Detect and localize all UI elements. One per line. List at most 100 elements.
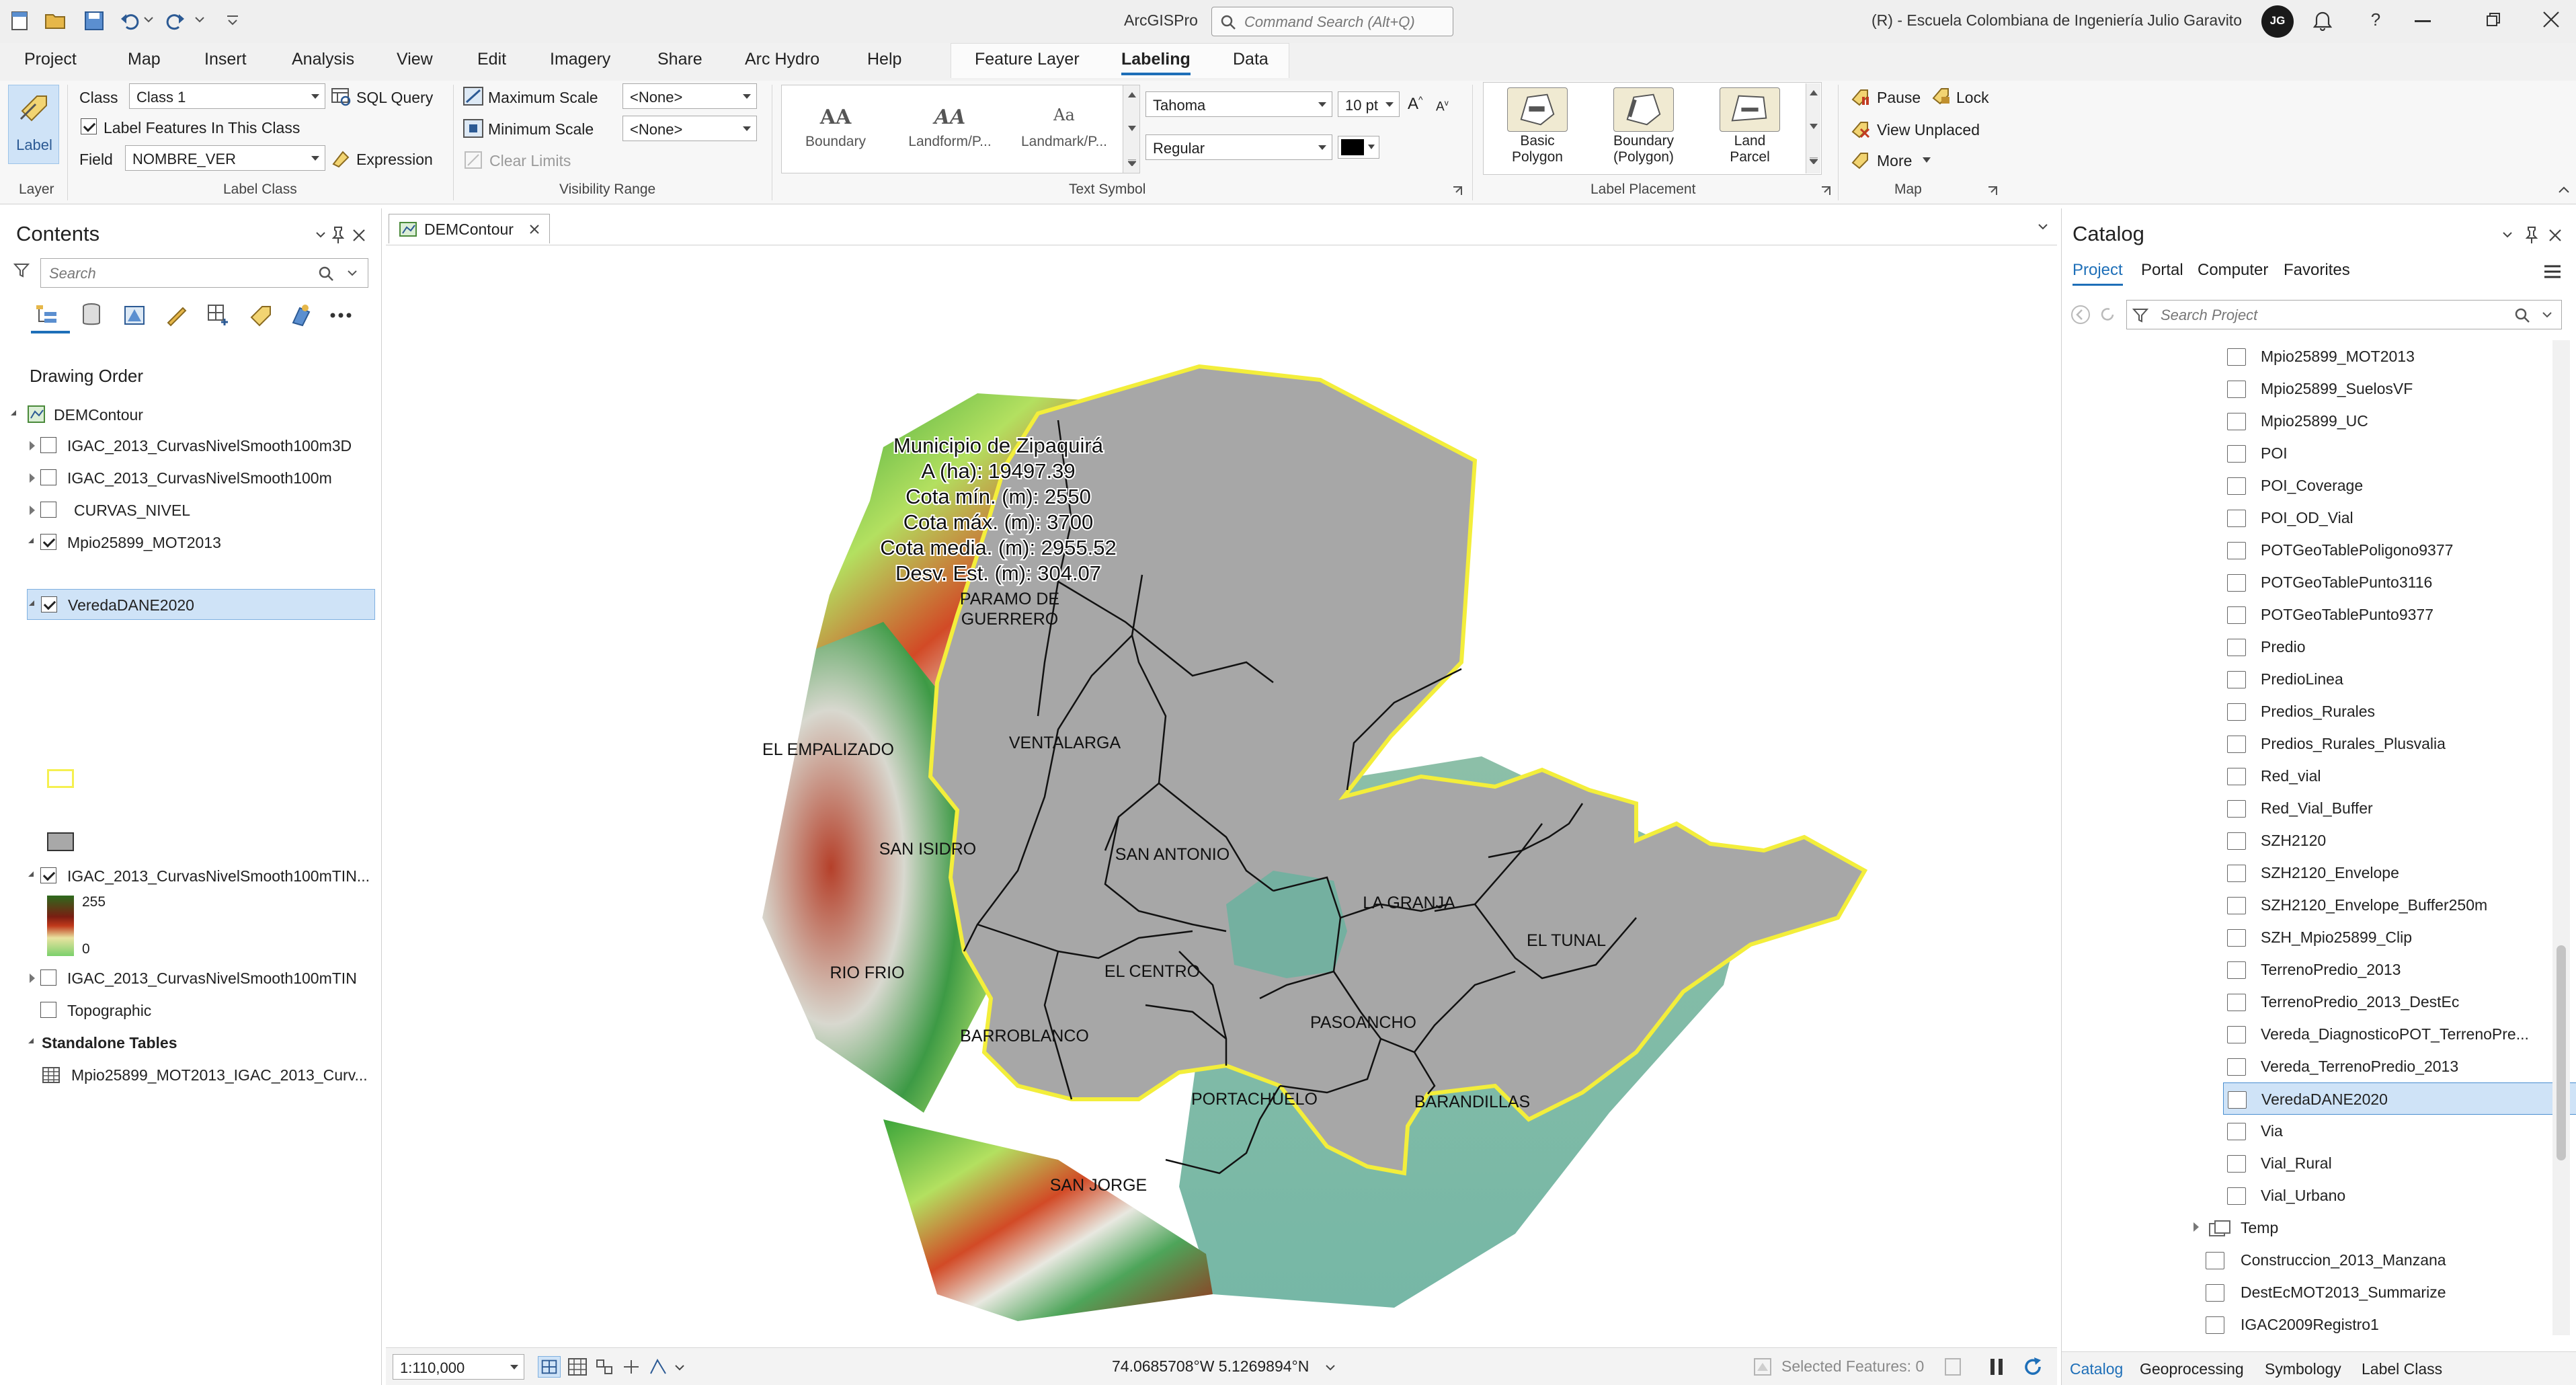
catalog-tab-portal[interactable]: Portal	[2141, 261, 2183, 280]
chevron-down-icon[interactable]	[2038, 223, 2048, 230]
catalog-folder-temp[interactable]: Temp	[2062, 1212, 2576, 1244]
fixed-zoom-icon[interactable]	[538, 1356, 561, 1378]
chevron-down-icon[interactable]	[1326, 1364, 1335, 1371]
tab-edit[interactable]: Edit	[477, 50, 506, 69]
layer-row[interactable]: IGAC_2013_CurvasNivelSmooth100m3D	[0, 430, 382, 461]
map-tab-demcontour[interactable]: DEMContour	[389, 214, 550, 243]
tab-share[interactable]: Share	[657, 50, 702, 69]
expand-arrow-icon[interactable]	[30, 441, 35, 450]
collapse-arrow-icon[interactable]	[11, 410, 16, 416]
list-by-selection-icon[interactable]	[122, 303, 147, 327]
tab-view[interactable]: View	[397, 50, 433, 69]
vereda-symbol-swatch[interactable]	[47, 832, 74, 851]
placement-land-parcel[interactable]: Land Parcel	[1699, 85, 1800, 172]
collapse-arrow-icon[interactable]	[28, 538, 34, 543]
view-unplaced-button[interactable]: View Unplaced	[1877, 121, 1980, 139]
chevron-down-icon[interactable]	[195, 16, 204, 23]
chevron-down-icon[interactable]	[144, 16, 153, 23]
collapse-ribbon-icon[interactable]	[2559, 186, 2569, 194]
new-project-icon[interactable]	[9, 11, 31, 31]
redo-icon[interactable]	[165, 11, 186, 31]
catalog-item[interactable]: Red_Vial_Buffer	[2062, 792, 2576, 824]
layer-visibility-checkbox[interactable]	[41, 596, 57, 612]
contents-search-input[interactable]: Search	[40, 258, 368, 288]
close-icon[interactable]	[2548, 229, 2562, 242]
layer-visibility-checkbox[interactable]	[40, 469, 56, 485]
grid-icon[interactable]	[567, 1357, 588, 1376]
list-by-snapping-icon[interactable]	[206, 303, 231, 327]
expand-arrow-icon[interactable]	[30, 974, 35, 983]
catalog-item[interactable]: SZH_Mpio25899_Clip	[2062, 921, 2576, 953]
text-color-picker[interactable]	[1338, 136, 1379, 159]
catalog-search-input[interactable]: Search Project	[2126, 300, 2562, 329]
bottom-tab-label-class[interactable]: Label Class	[2362, 1360, 2442, 1378]
tab-data[interactable]: Data	[1233, 50, 1269, 69]
bottom-tab-catalog[interactable]: Catalog	[2070, 1360, 2123, 1378]
expression-icon[interactable]	[331, 148, 351, 168]
open-project-icon[interactable]	[44, 11, 67, 31]
tab-insert[interactable]: Insert	[204, 50, 247, 69]
filter-icon[interactable]	[13, 262, 30, 278]
tab-imagery[interactable]: Imagery	[550, 50, 610, 69]
maximum-scale-dropdown[interactable]: <None>	[622, 83, 757, 109]
avatar[interactable]: JG	[2261, 5, 2294, 38]
lock-button[interactable]: Lock	[1956, 89, 1989, 107]
expand-arrow-icon[interactable]	[30, 473, 35, 483]
catalog-item[interactable]: Predios_Rurales	[2062, 695, 2576, 727]
font-style-dropdown[interactable]: Regular	[1145, 134, 1332, 160]
map-canvas[interactable]: Municipio de Zipaquirá A (ha): 19497.39 …	[386, 245, 2057, 1345]
clear-selection-icon[interactable]	[1944, 1357, 1962, 1376]
pause-icon[interactable]	[1850, 87, 1870, 106]
catalog-item[interactable]: SZH2120_Envelope	[2062, 857, 2576, 889]
font-size-dropdown[interactable]: 10 pt	[1338, 91, 1400, 117]
standalone-tables-node[interactable]: Standalone Tables	[0, 1027, 382, 1058]
expand-arrow-icon[interactable]	[30, 506, 35, 515]
help-icon[interactable]: ?	[2368, 9, 2384, 31]
customize-toolbar-icon[interactable]	[226, 13, 239, 27]
layer-visibility-checkbox[interactable]	[40, 867, 56, 883]
pin-icon[interactable]	[2526, 226, 2538, 243]
catalog-item[interactable]: Predios_Rurales_Plusvalia	[2062, 727, 2576, 760]
placement-gallery-scroll[interactable]	[1806, 83, 1820, 173]
layer-row[interactable]: Topographic	[0, 995, 382, 1026]
table-row[interactable]: Mpio25899_MOT2013_IGAC_2013_Curv...	[0, 1060, 382, 1091]
clear-limits-button[interactable]: Clear Limits	[489, 152, 571, 170]
catalog-tab-project[interactable]: Project	[2072, 261, 2123, 286]
collapse-arrow-icon[interactable]	[28, 1038, 34, 1043]
catalog-scrollbar[interactable]	[2552, 340, 2570, 1335]
gallery-item-landform[interactable]: AA Landform/P...	[896, 85, 1004, 173]
class-dropdown[interactable]: Class 1	[129, 83, 325, 109]
layer-visibility-checkbox[interactable]	[40, 437, 56, 453]
dialog-launcher-icon[interactable]	[1452, 186, 1463, 196]
decrease-font-size-icon[interactable]: Av	[1436, 98, 1449, 114]
catalog-item-selected[interactable]: VeredaDANE2020	[2223, 1082, 2576, 1115]
layer-row-selected[interactable]: VeredaDANE2020	[27, 589, 375, 620]
catalog-item[interactable]: POI	[2062, 437, 2576, 469]
tab-map[interactable]: Map	[128, 50, 161, 69]
increase-font-size-icon[interactable]: A^	[1408, 94, 1423, 114]
catalog-item[interactable]: POTGeoTablePunto9377	[2062, 598, 2576, 631]
layer-visibility-checkbox[interactable]	[40, 502, 56, 518]
field-dropdown[interactable]: NOMBRE_VER	[125, 145, 325, 171]
close-icon[interactable]	[2542, 11, 2560, 28]
refresh-icon[interactable]	[2098, 305, 2117, 324]
collapse-arrow-icon[interactable]	[29, 600, 34, 606]
tab-feature-layer[interactable]: Feature Layer	[975, 50, 1080, 69]
more-button[interactable]: More	[1877, 152, 1912, 170]
map-drawing[interactable]: Municipio de Zipaquirá A (ha): 19497.39 …	[386, 245, 2057, 1345]
gallery-item-boundary[interactable]: AA Boundary	[782, 85, 889, 173]
catalog-item[interactable]: TerrenoPredio_2013	[2062, 953, 2576, 986]
sql-query-button[interactable]: SQL Query	[356, 89, 433, 107]
map-scale-dropdown[interactable]: 1:110,000	[393, 1354, 524, 1380]
filter-icon[interactable]	[2132, 307, 2148, 323]
chevron-down-icon[interactable]	[316, 231, 325, 238]
lock-icon[interactable]	[1931, 86, 1951, 106]
catalog-item[interactable]: SZH2120	[2062, 824, 2576, 857]
catalog-item[interactable]: POTGeoTablePunto3116	[2062, 566, 2576, 598]
pause-rendering-icon[interactable]	[1988, 1357, 2005, 1376]
sql-query-icon[interactable]	[331, 86, 351, 106]
catalog-item[interactable]: POI_Coverage	[2062, 469, 2576, 502]
dialog-launcher-icon[interactable]	[1987, 186, 1998, 196]
mpio-symbol-swatch[interactable]	[47, 769, 74, 788]
layer-row[interactable]: IGAC_2013_CurvasNivelSmooth100mTIN...	[0, 861, 382, 892]
